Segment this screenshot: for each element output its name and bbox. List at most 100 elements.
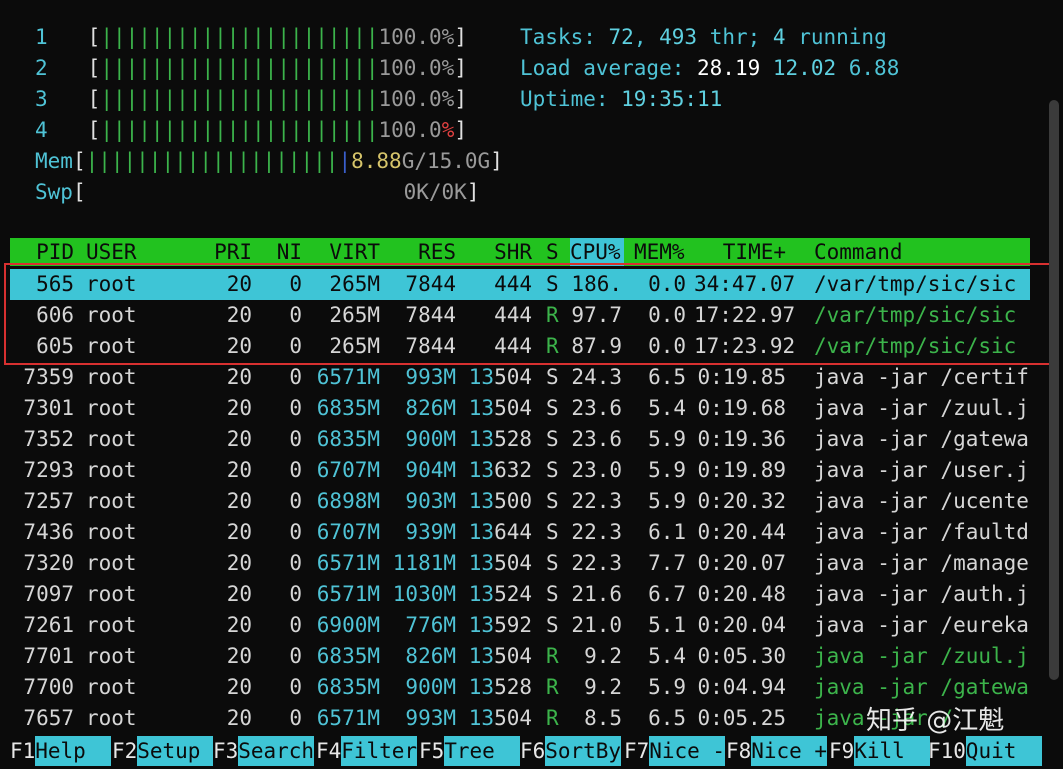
process-pri: 20 [226, 644, 252, 668]
process-cmd: java -jar /gatewa [814, 427, 1029, 451]
process-virt: 6571M [316, 582, 380, 606]
process-pri: 20 [226, 489, 252, 513]
process-user: root [86, 427, 137, 451]
process-ni: 0 [289, 644, 302, 668]
process-virt: 6707M [316, 520, 380, 544]
fkey-f7[interactable]: F7 [624, 736, 649, 766]
process-res: 900M [405, 427, 456, 451]
process-cpu: 9.2 [584, 675, 622, 699]
process-time: 0:20.44 [697, 520, 786, 544]
column-header-mem[interactable]: MEM% [634, 238, 688, 266]
column-header-shr[interactable]: SHR [460, 238, 532, 266]
fkey-label-f7[interactable]: Nice - [649, 736, 726, 766]
process-mem: 6.7 [648, 582, 686, 606]
watermark-logo: 知乎 @江魁 [866, 706, 1005, 736]
process-time: 0:19.36 [697, 427, 786, 451]
process-user: root [86, 489, 137, 513]
fkey-label-f1[interactable]: Help [35, 736, 112, 766]
fkey-label-f3[interactable]: Search [238, 736, 315, 766]
process-table-header[interactable]: PID USER PRI NI VIRT RES SHR S CPU% MEM% TIME+ Comm… [10, 238, 1030, 266]
cpu-meter-3: 3 [||||||||||||||||||||||100.0%] [35, 87, 467, 111]
column-header-time[interactable]: TIME+ [694, 238, 786, 266]
process-pid: 7436 [23, 520, 74, 544]
process-row[interactable]: 7359 root 20 0 6571M 993M 13504 S 24.3 6.5 0:19.85… [10, 362, 1030, 393]
fkey-f4[interactable]: F4 [316, 736, 341, 766]
process-mem: 7.7 [648, 551, 686, 575]
process-time: 0:19.85 [697, 365, 786, 389]
process-row[interactable]: 7257 root 20 0 6898M 903M 13500 S 22.3 5.9 0:20.32… [10, 486, 1030, 517]
fkey-f8[interactable]: F8 [726, 736, 751, 766]
process-cpu: 23.0 [571, 458, 622, 482]
fkey-label-f4[interactable]: Filter [341, 736, 418, 766]
process-pid: 7301 [23, 396, 74, 420]
fkey-f5[interactable]: F5 [419, 736, 444, 766]
process-res: 900M [405, 675, 456, 699]
scrollbar[interactable] [1049, 100, 1059, 680]
process-virt: 6571M [316, 365, 380, 389]
process-mem: 6.5 [648, 365, 686, 389]
process-pri: 20 [226, 551, 252, 575]
process-row[interactable]: 7701 root 20 0 6835M 826M 13504 R 9.2 5.4 0:05.30 j… [10, 641, 1030, 672]
process-row[interactable]: 7320 root 20 0 6571M 1181M 13504 S 22.3 7.7 0:20.0… [10, 548, 1030, 579]
process-virt: 6571M [316, 551, 380, 575]
fkey-f1[interactable]: F1 [10, 736, 35, 766]
process-cpu: 22.3 [571, 489, 622, 513]
process-row[interactable]: 7436 root 20 0 6707M 939M 13644 S 22.3 6.1 0:20.44… [10, 517, 1030, 548]
column-header-ni[interactable]: NI [260, 238, 302, 266]
process-s: R [546, 644, 559, 668]
process-pid: 7257 [23, 489, 74, 513]
process-virt: 6835M [316, 644, 380, 668]
process-pri: 20 [226, 520, 252, 544]
column-header-res[interactable]: RES [386, 238, 456, 266]
column-header-s[interactable]: S [546, 238, 562, 266]
process-user: root [86, 520, 137, 544]
fkey-f2[interactable]: F2 [112, 736, 137, 766]
process-cmd: java -jar /auth.j [814, 582, 1029, 606]
column-header-command[interactable]: Command [814, 238, 1014, 266]
process-cmd: java -jar /faultd [814, 520, 1029, 544]
process-pri: 20 [226, 582, 252, 606]
process-pid: 7657 [23, 706, 74, 730]
process-res: 993M [405, 365, 456, 389]
process-row[interactable]: 7293 root 20 0 6707M 904M 13632 S 23.0 5.9 0:19.89… [10, 455, 1030, 486]
process-shr: 13500 [468, 489, 532, 513]
process-pri: 20 [226, 427, 252, 451]
process-ni: 0 [289, 427, 302, 451]
process-mem: 5.4 [648, 396, 686, 420]
fkey-label-f5[interactable]: Tree [444, 736, 521, 766]
fkey-f6[interactable]: F6 [520, 736, 545, 766]
process-row[interactable]: 7261 root 20 0 6900M 776M 13592 S 21.0 5.1 0:20.04… [10, 610, 1030, 641]
cpu-meter-4: 4 [||||||||||||||||||||||100.0%] [35, 118, 467, 142]
process-row[interactable]: 7301 root 20 0 6835M 826M 13504 S 23.6 5.4 0:19.68… [10, 393, 1030, 424]
fkey-label-f2[interactable]: Setup [137, 736, 214, 766]
process-s: R [546, 675, 559, 699]
process-row[interactable]: 7352 root 20 0 6835M 900M 13528 S 23.6 5.9 0:19.36… [10, 424, 1030, 455]
column-header-cpu[interactable]: CPU% [570, 238, 624, 266]
process-cpu: 22.3 [571, 520, 622, 544]
process-res: 1030M [392, 582, 456, 606]
fkey-label-f10[interactable]: Quit [965, 736, 1042, 766]
process-cpu: 21.6 [571, 582, 622, 606]
process-virt: 6835M [316, 675, 380, 699]
fkey-f10[interactable]: F10 [928, 736, 966, 766]
process-user: root [86, 706, 137, 730]
uptime-line: Uptime: 19:35:11 [520, 87, 723, 111]
fkey-f3[interactable]: F3 [213, 736, 238, 766]
fkey-label-f8[interactable]: Nice + [751, 736, 828, 766]
fkey-label-f6[interactable]: SortBy [545, 736, 622, 766]
process-ni: 0 [289, 396, 302, 420]
cpu-meter-2: 2 [||||||||||||||||||||||100.0%] [35, 56, 467, 80]
column-header-pid[interactable]: PID [10, 238, 74, 266]
column-header-virt[interactable]: VIRT [310, 238, 380, 266]
process-shr: 13524 [468, 582, 532, 606]
process-ni: 0 [289, 365, 302, 389]
process-cpu: 23.6 [571, 427, 622, 451]
process-row[interactable]: 7700 root 20 0 6835M 900M 13528 R 9.2 5.9 0:04.94 j… [10, 672, 1030, 703]
fkey-f9[interactable]: F9 [829, 736, 854, 766]
column-header-user[interactable]: USER [86, 238, 176, 266]
process-ni: 0 [289, 706, 302, 730]
process-time: 0:20.04 [697, 613, 786, 637]
process-row[interactable]: 7097 root 20 0 6571M 1030M 13524 S 21.6 6.7 0:20.4… [10, 579, 1030, 610]
column-header-pri[interactable]: PRI [190, 238, 252, 266]
fkey-label-f9[interactable]: Kill [854, 736, 931, 766]
